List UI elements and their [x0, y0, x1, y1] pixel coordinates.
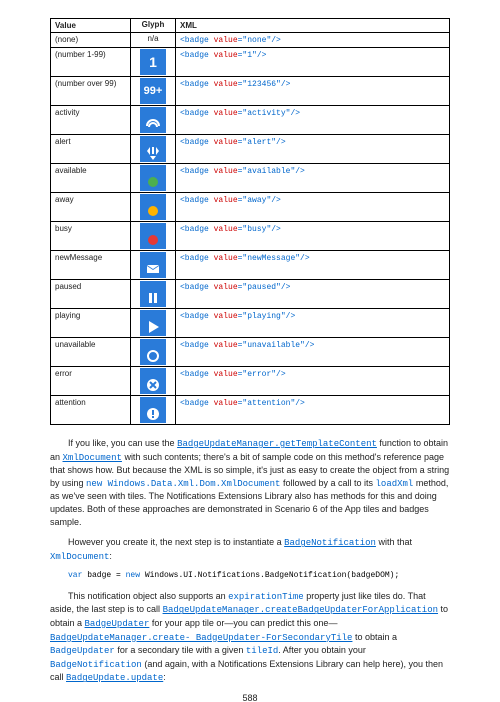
cell-xml: <badge value="error"/>: [176, 367, 450, 396]
cell-value: paused: [51, 280, 131, 309]
table-row: activity <badge value="activity"/>: [51, 106, 450, 135]
cell-value: alert: [51, 135, 131, 164]
cell-value: newMessage: [51, 251, 131, 280]
cell-glyph: 99+: [131, 77, 176, 106]
cell-value: (number 1-99): [51, 48, 131, 77]
cell-xml: <badge value="playing"/>: [176, 309, 450, 338]
cell-xml: <badge value="none"/>: [176, 33, 450, 48]
badge-table: Value Glyph XML (none)n/a<badge value="n…: [50, 18, 450, 425]
table-row: unavailable <badge value="unavailable"/>: [51, 338, 450, 367]
link-badgeupdater[interactable]: BadgeUpdater: [85, 619, 150, 629]
table-row: attention <badge value="attention"/>: [51, 396, 450, 425]
cell-glyph: [131, 280, 176, 309]
glyph-available-icon: [140, 165, 166, 191]
glyph-error-icon: [140, 368, 166, 394]
link-createupdater-app[interactable]: BadgeUpdateManager.createBadgeUpdaterFor…: [163, 605, 438, 615]
table-row: available <badge value="available"/>: [51, 164, 450, 193]
cell-xml: <badge value="busy"/>: [176, 222, 450, 251]
paragraph-2: However you create it, the next step is …: [50, 536, 450, 563]
table-row: alert <badge value="alert"/>: [51, 135, 450, 164]
glyph-playing-icon: [140, 310, 166, 336]
table-row: (none)n/a<badge value="none"/>: [51, 33, 450, 48]
cell-glyph: [131, 367, 176, 396]
table-row: away <badge value="away"/>: [51, 193, 450, 222]
link-xmldocument[interactable]: XmlDocument: [63, 453, 122, 463]
glyph-newMessage-icon: [140, 252, 166, 278]
paragraph-3: This notification object also supports a…: [50, 590, 450, 685]
cell-xml: <badge value="away"/>: [176, 193, 450, 222]
glyph-unavailable-icon: [140, 339, 166, 365]
link-createupdater-secondary[interactable]: BadgeUpdateManager.create- BadgeUpdater-…: [50, 633, 352, 643]
cell-xml: <badge value="available"/>: [176, 164, 450, 193]
table-row: playing <badge value="playing"/>: [51, 309, 450, 338]
table-row: busy <badge value="busy"/>: [51, 222, 450, 251]
glyph-activity-icon: [140, 107, 166, 133]
table-row: (number 1-99) 1 <badge value="1"/>: [51, 48, 450, 77]
table-row: error <badge value="error"/>: [51, 367, 450, 396]
cell-glyph: [131, 135, 176, 164]
cell-value: error: [51, 367, 131, 396]
code-sample-1: var badge = new Windows.UI.Notifications…: [68, 571, 450, 581]
cell-xml: <badge value="alert"/>: [176, 135, 450, 164]
cell-value: (none): [51, 33, 131, 48]
paragraph-1: If you like, you can use the BadgeUpdate…: [50, 437, 450, 528]
header-value: Value: [51, 19, 131, 33]
cell-glyph: [131, 164, 176, 193]
cell-xml: <badge value="1"/>: [176, 48, 450, 77]
cell-xml: <badge value="activity"/>: [176, 106, 450, 135]
cell-glyph: [131, 338, 176, 367]
glyph-away-icon: [140, 194, 166, 220]
header-glyph: Glyph: [131, 19, 176, 33]
glyph-attention-icon: [140, 397, 166, 423]
cell-value: (number over 99): [51, 77, 131, 106]
cell-value: attention: [51, 396, 131, 425]
cell-glyph: [131, 193, 176, 222]
cell-value: unavailable: [51, 338, 131, 367]
glyph-paused-icon: [140, 281, 166, 307]
table-row: (number over 99) 99+ <badge value="123456"…: [51, 77, 450, 106]
cell-glyph: n/a: [131, 33, 176, 48]
glyph-number99-icon: 99+: [140, 78, 166, 104]
table-row: paused <badge value="paused"/>: [51, 280, 450, 309]
glyph-number-icon: 1: [140, 49, 166, 75]
table-row: newMessage <badge value="newMessage"/>: [51, 251, 450, 280]
cell-glyph: [131, 396, 176, 425]
cell-glyph: [131, 251, 176, 280]
link-gettemplate[interactable]: BadgeUpdateManager.getTemplateContent: [177, 439, 377, 449]
cell-xml: <badge value="attention"/>: [176, 396, 450, 425]
cell-value: playing: [51, 309, 131, 338]
glyph-busy-icon: [140, 223, 166, 249]
cell-value: away: [51, 193, 131, 222]
cell-value: available: [51, 164, 131, 193]
cell-value: busy: [51, 222, 131, 251]
cell-xml: <badge value="unavailable"/>: [176, 338, 450, 367]
header-xml: XML: [176, 19, 450, 33]
page-number: 588: [50, 693, 450, 702]
cell-glyph: [131, 106, 176, 135]
cell-glyph: 1: [131, 48, 176, 77]
glyph-alert-icon: [140, 136, 166, 162]
cell-xml: <badge value="paused"/>: [176, 280, 450, 309]
cell-glyph: [131, 222, 176, 251]
cell-glyph: [131, 309, 176, 338]
link-badgenotification[interactable]: BadgeNotification: [284, 538, 376, 548]
cell-xml: <badge value="123456"/>: [176, 77, 450, 106]
link-badgeupdate-update[interactable]: BadgeUpdate.update: [66, 673, 163, 683]
cell-xml: <badge value="newMessage"/>: [176, 251, 450, 280]
cell-value: activity: [51, 106, 131, 135]
